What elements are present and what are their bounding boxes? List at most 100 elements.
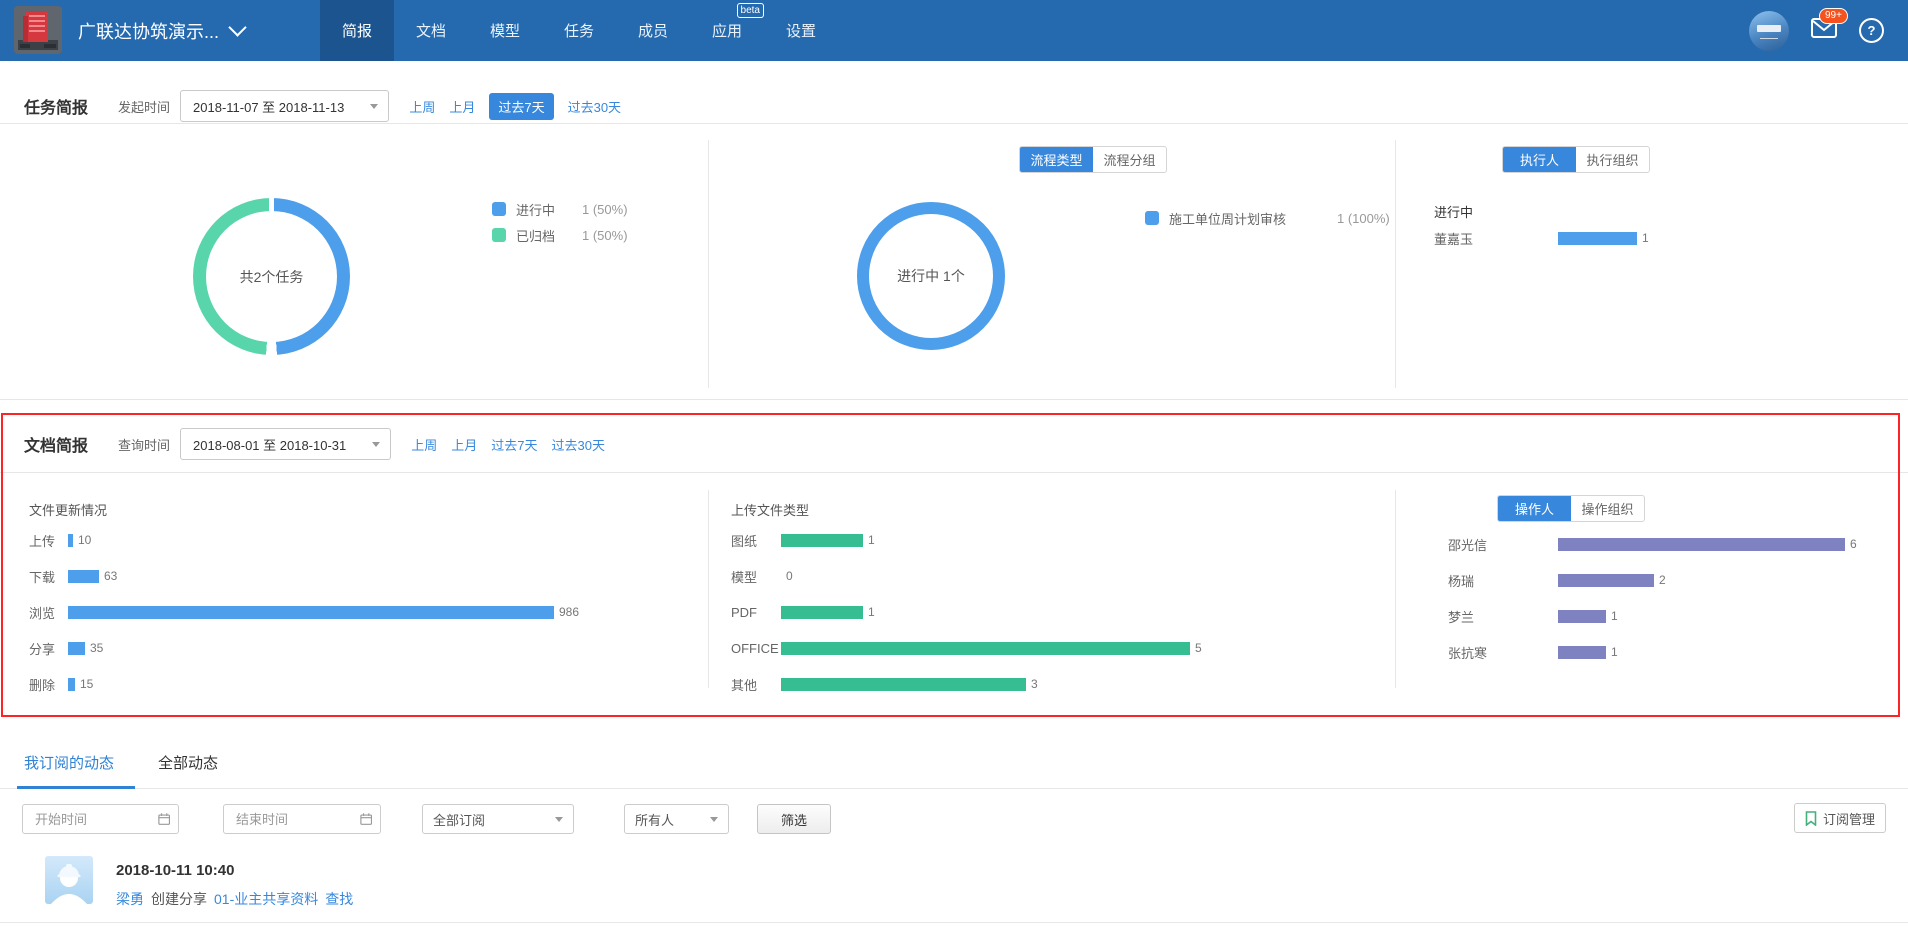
legend-marker [492, 202, 506, 216]
bar-row: 删除 15 [29, 676, 93, 692]
subscription-manage-button[interactable]: 订阅管理 [1794, 803, 1886, 833]
toggle-operator-org[interactable]: 操作组织 [1571, 496, 1644, 521]
bar-label: 梦兰 [1448, 607, 1558, 626]
doc-filter-past30[interactable]: 过去30天 [552, 435, 605, 454]
divider [0, 788, 1908, 789]
task-date-range-picker[interactable]: 2018-11-07 至 2018-11-13 [180, 90, 389, 122]
feed-target-link[interactable]: 01-业主共享资料 [214, 889, 318, 909]
nav-tab-label: 应用 [712, 20, 742, 41]
project-switcher[interactable]: 广联达协筑演示... [78, 0, 244, 61]
bar [1558, 646, 1606, 659]
nav-tab-tasks[interactable]: 任务 [542, 0, 616, 61]
bar-label: 下载 [29, 567, 68, 586]
toggle-executor[interactable]: 执行人 [1503, 147, 1576, 172]
bar [781, 606, 863, 619]
nav-tab-settings[interactable]: 设置 [764, 0, 838, 61]
bar [1558, 610, 1606, 623]
caret-down-icon [370, 104, 378, 109]
toggle-executor-org[interactable]: 执行组织 [1576, 147, 1649, 172]
toggle-label: 执行组织 [1586, 150, 1638, 169]
bar-label: 董嘉玉 [1434, 229, 1558, 248]
toggle-process-type[interactable]: 流程类型 [1020, 147, 1093, 172]
header-right: 99+ ? [1749, 0, 1884, 61]
toggle-operator[interactable]: 操作人 [1498, 496, 1571, 521]
task-filter-last-month[interactable]: 上月 [449, 97, 475, 116]
doc-filter-last-week[interactable]: 上周 [411, 435, 437, 454]
bar-row: 上传 10 [29, 532, 91, 548]
nav-tab-documents[interactable]: 文档 [394, 0, 468, 61]
filter-button-label: 筛选 [781, 810, 807, 829]
operator-toggle-group: 操作人 操作组织 [1497, 495, 1645, 522]
notification-count-badge: 99+ [1819, 8, 1848, 24]
bar [68, 570, 99, 583]
project-logo[interactable] [14, 6, 62, 54]
start-time-label: 发起时间 [118, 97, 170, 116]
doc-filter-last-month[interactable]: 上月 [451, 435, 477, 454]
feed-find-link[interactable]: 查找 [325, 889, 353, 909]
bookmark-icon [1805, 811, 1817, 826]
help-icon[interactable]: ? [1859, 18, 1884, 43]
legend-label: 施工单位周计划审核 [1169, 209, 1337, 228]
tab-all-feed[interactable]: 全部动态 [158, 752, 218, 787]
bar-label: 邵光信 [1448, 535, 1558, 554]
process-toggle-group: 流程类型 流程分组 [1019, 146, 1167, 173]
caret-down-icon [710, 817, 718, 822]
filter-button[interactable]: 筛选 [757, 804, 831, 834]
start-time-field[interactable] [22, 804, 179, 834]
divider [1395, 490, 1396, 688]
doc-date-range-picker[interactable]: 2018-08-01 至 2018-10-31 [180, 428, 391, 460]
bar-row: 图纸 1 [731, 532, 875, 548]
bar-label: 浏览 [29, 603, 68, 622]
legend-item: 施工单位周计划审核 1 (100%) [1145, 210, 1390, 226]
caret-down-icon [372, 442, 380, 447]
nav-tab-members[interactable]: 成员 [616, 0, 690, 61]
task-filter-past30[interactable]: 过去30天 [568, 97, 621, 116]
bar-row: 其他 3 [731, 676, 1038, 692]
calendar-icon [360, 812, 372, 826]
task-filter-past7-active[interactable]: 过去7天 [489, 93, 553, 120]
legend-label: 已归档 [516, 226, 582, 245]
tab-my-subscribed-feed[interactable]: 我订阅的动态 [24, 752, 114, 787]
nav-tab-apps[interactable]: 应用 beta [690, 0, 764, 61]
divider [708, 140, 709, 388]
notifications-button[interactable]: 99+ [1811, 18, 1837, 43]
divider [1395, 140, 1396, 388]
legend-value: 1 (50%) [582, 228, 628, 243]
bar [68, 606, 554, 619]
bar-row: 模型 0 [731, 568, 793, 584]
bar-row: 分享 35 [29, 640, 103, 656]
toggle-label: 操作人 [1515, 499, 1554, 518]
bar-row: OFFICE 5 [731, 640, 1202, 656]
bar-label: 分享 [29, 639, 68, 658]
manage-button-label: 订阅管理 [1823, 809, 1875, 828]
bar-value: 15 [80, 677, 93, 691]
bar-value: 0 [786, 569, 793, 583]
toggle-label: 执行人 [1520, 150, 1559, 169]
start-time-input[interactable] [33, 811, 158, 828]
bar [68, 534, 73, 547]
toggle-process-group[interactable]: 流程分组 [1093, 147, 1166, 172]
nav-tab-models[interactable]: 模型 [468, 0, 542, 61]
bar [781, 678, 1026, 691]
doc-filter-past7[interactable]: 过去7天 [491, 435, 537, 454]
feed-user-link[interactable]: 梁勇 [116, 889, 144, 909]
task-brief-title: 任务简报 [24, 94, 88, 118]
nav-tab-label: 文档 [416, 20, 446, 41]
process-donut-center: 进行中 1个 [897, 266, 965, 286]
worker-icon [45, 856, 93, 904]
feed-avatar [45, 856, 93, 904]
people-select[interactable]: 所有人 [624, 804, 729, 834]
end-time-input[interactable] [234, 811, 360, 828]
bar-value: 3 [1031, 677, 1038, 691]
bar-value: 1 [868, 533, 875, 547]
user-avatar[interactable] [1749, 11, 1789, 51]
nav-tab-briefing[interactable]: 简报 [320, 0, 394, 61]
feed-timestamp: 2018-10-11 10:40 [116, 862, 234, 879]
subscription-select[interactable]: 全部订阅 [422, 804, 574, 834]
end-time-field[interactable] [223, 804, 381, 834]
legend-value: 1 (50%) [582, 202, 628, 217]
activity-tabs: 我订阅的动态 全部动态 [24, 752, 218, 787]
help-glyph: ? [1868, 23, 1876, 38]
task-filter-last-week[interactable]: 上周 [409, 97, 435, 116]
project-title: 广联达协筑演示... [78, 18, 219, 44]
